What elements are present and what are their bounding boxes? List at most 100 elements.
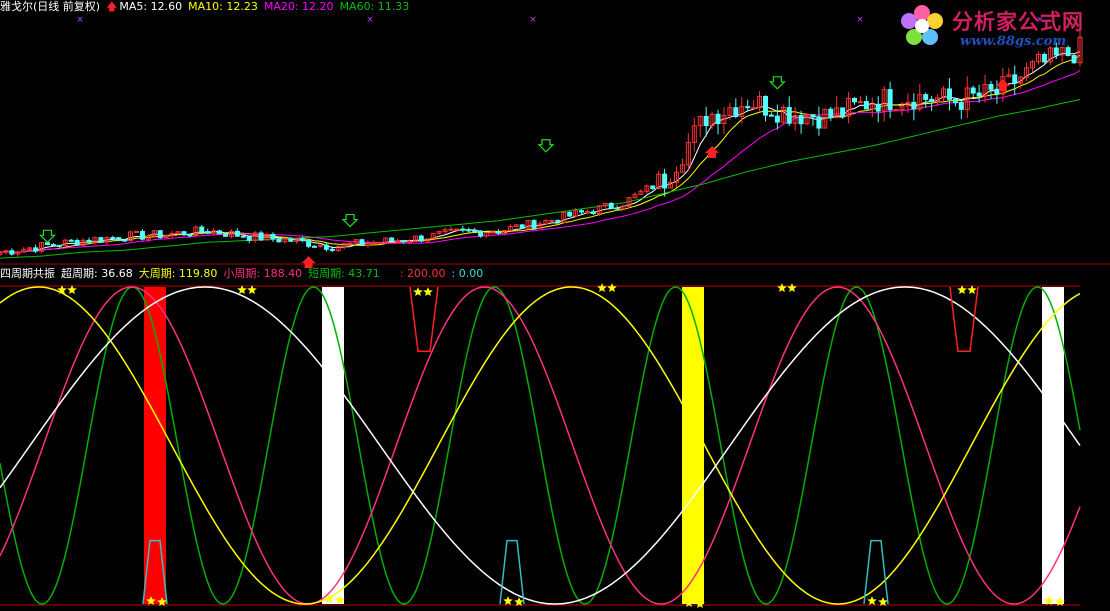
candle-body [816, 116, 822, 129]
candle-body [9, 250, 15, 255]
candle-body [306, 240, 312, 247]
candle-body [555, 219, 561, 223]
candle-body [994, 88, 1000, 95]
candle-body [86, 239, 92, 243]
candle-body [893, 109, 899, 112]
candle-body [205, 231, 211, 234]
candle-body [377, 241, 383, 244]
candle-body [33, 247, 39, 252]
candle-body [110, 237, 116, 240]
candle-body [786, 107, 792, 124]
signal-marker: × [856, 15, 864, 25]
candle-body [389, 237, 395, 242]
candle-body [662, 173, 668, 189]
candle-body [312, 245, 318, 248]
down-arrow-icon [39, 229, 56, 244]
candle-body [98, 237, 104, 243]
candle-body [157, 230, 163, 239]
candle-body [217, 230, 223, 235]
candle-body [988, 83, 994, 90]
candle-body [133, 230, 139, 233]
candle-body [549, 219, 555, 222]
star-icon [503, 596, 513, 605]
price-header: 雅戈尔(日线 前复权) 🡅 MA5: 12.60 MA10: 12.23 MA20: 1… [0, 0, 415, 14]
candle-body [1041, 53, 1047, 63]
brand-url: www.88gs.com [960, 34, 1067, 49]
candle-body [531, 220, 537, 229]
candle-body [56, 244, 62, 247]
candle-body [952, 98, 958, 104]
signal-marker: × [366, 15, 374, 25]
candle-body [887, 89, 893, 111]
candle-body [68, 239, 74, 242]
candle-body [745, 106, 751, 109]
ma20-label: MA20: 12.20 [263, 0, 334, 13]
candle-body [490, 231, 496, 234]
candle-body [300, 238, 306, 242]
cyan-pulse [499, 539, 525, 605]
candle-body [460, 228, 466, 231]
candle-body [840, 107, 846, 117]
candle-body [923, 94, 929, 100]
candle-body [246, 236, 252, 241]
indicator-name: 四周期共振 [0, 267, 55, 280]
candle-body [240, 235, 246, 238]
red-pulse [949, 286, 979, 352]
stock-name: 雅戈尔(日线 前复权) [0, 0, 101, 13]
candle-body [270, 233, 276, 240]
candle-body [614, 207, 620, 210]
candle-body [828, 108, 834, 119]
candle-body [495, 231, 501, 234]
stock-chart: × × × × × [0, 15, 1110, 608]
candle-body [579, 210, 585, 213]
candle-body [50, 244, 56, 247]
star-icon [607, 283, 617, 292]
candle-body [187, 234, 193, 237]
candle-body [329, 248, 335, 252]
signal-marker: × [76, 15, 84, 25]
candle-body [774, 115, 780, 123]
candle-body [762, 95, 768, 116]
candle-body [608, 202, 614, 209]
candle-body [929, 98, 935, 103]
candle-body [448, 228, 454, 231]
candle-body [222, 233, 228, 237]
brand-name: 分析家公式网 [952, 10, 1084, 34]
candle-body [122, 239, 128, 242]
candle-body [958, 102, 964, 110]
candle-body [258, 232, 264, 241]
candle-body [946, 88, 952, 100]
down-arrow-icon [341, 213, 359, 228]
candle-body [478, 230, 484, 237]
candle-body [323, 244, 329, 250]
candle-body [234, 230, 240, 237]
candle-body [970, 87, 976, 94]
star-icon [597, 283, 607, 292]
star-icon [777, 283, 787, 292]
indicator-header: 四周期共振 超周期: 36.68 大周期: 119.80 小周期: 188.40 短周期… [0, 267, 489, 281]
ma60-label: MA60: 11.33 [339, 0, 410, 13]
candle-body [751, 107, 757, 110]
short-cycle-label: 短周期: 43.71 [308, 267, 380, 280]
red-pulse [409, 286, 439, 352]
candle-body [359, 239, 365, 246]
candle-body [567, 211, 573, 217]
star-icon [423, 287, 433, 296]
candle-body [590, 211, 596, 215]
candle-body [976, 92, 982, 97]
star-icon [413, 287, 423, 296]
candle-body [454, 228, 460, 231]
candle-body [406, 240, 412, 243]
candle-body [1071, 55, 1077, 64]
signal-bar [322, 287, 344, 604]
candle-body [1012, 74, 1018, 84]
star-icon [867, 596, 877, 605]
star-icon [787, 283, 797, 292]
super-cycle-label: 超周期: 36.68 [61, 267, 133, 280]
candle-body [276, 238, 282, 243]
upper-bound-label: : 200.00 [399, 267, 446, 280]
candle-body [466, 229, 472, 232]
candle-body [199, 226, 205, 233]
ma10-label: MA10: 12.23 [188, 0, 258, 13]
brand-logo: 分析家公式网 www.88gs.com [900, 4, 1100, 52]
